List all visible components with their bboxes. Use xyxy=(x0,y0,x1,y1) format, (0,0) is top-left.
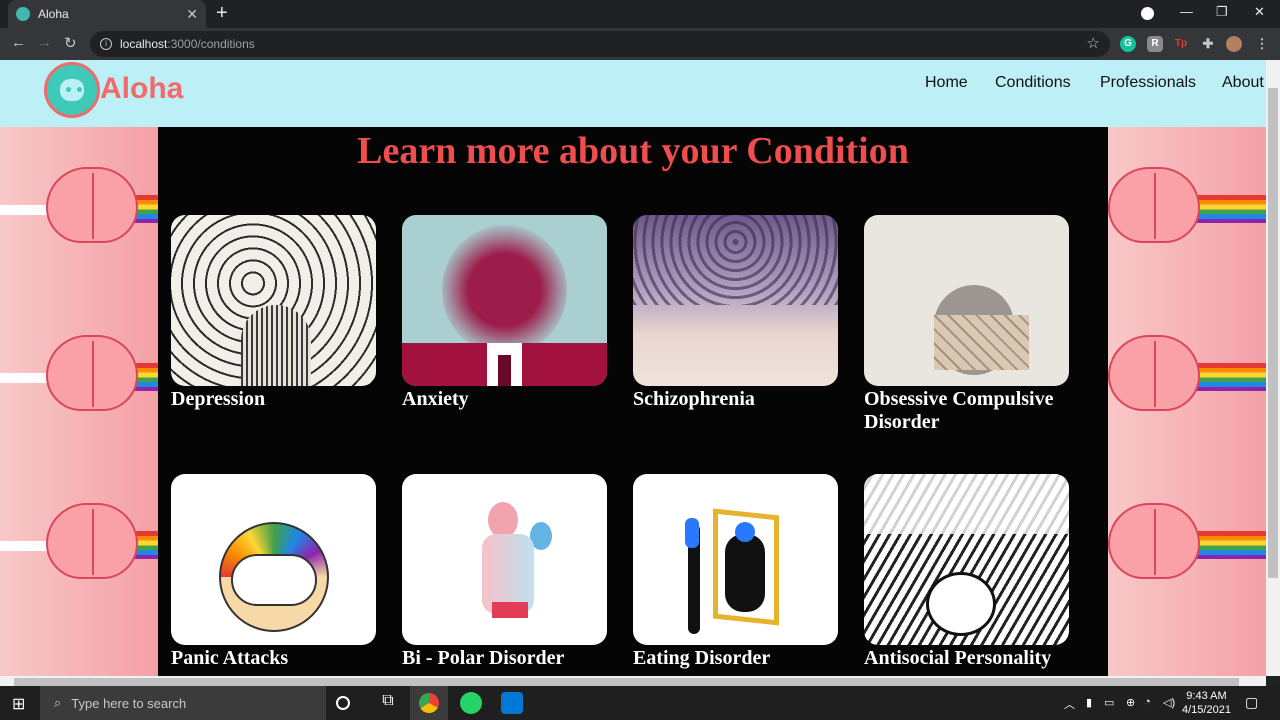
condition-card-eating-disorder[interactable]: Eating Disorder xyxy=(633,474,838,670)
condition-label[interactable]: Schizophrenia xyxy=(633,388,838,411)
search-icon: ⌕ xyxy=(54,695,62,710)
cortana-icon[interactable] xyxy=(336,696,350,710)
brain-icon xyxy=(46,335,138,411)
wifi-icon[interactable]: ◔ xyxy=(1144,696,1151,708)
notification-icon[interactable]: ▢ xyxy=(1245,694,1258,711)
extensions-puzzle-icon[interactable]: ✚ xyxy=(1200,36,1216,52)
page-title: Learn more about your Condition xyxy=(357,130,909,172)
condition-label[interactable]: Anxiety xyxy=(402,388,607,411)
browser-tab[interactable]: Aloha ✕ xyxy=(8,0,206,28)
window-close-button[interactable]: ✕ xyxy=(1254,4,1265,20)
vscode-icon[interactable] xyxy=(501,692,523,714)
back-arrow-icon[interactable]: ← xyxy=(11,34,26,51)
web-page: Aloha Home Conditions Professionals Abou… xyxy=(0,60,1266,676)
browser-tab-bar: Aloha ✕ + — ❐ ✕ xyxy=(0,0,1280,28)
tab-title: Aloha xyxy=(38,7,69,21)
nav-conditions[interactable]: Conditions xyxy=(995,74,1071,92)
network-icon[interactable]: ▭ xyxy=(1104,696,1114,709)
panic-attacks-image[interactable] xyxy=(171,474,376,645)
background-brain-pattern-left xyxy=(0,127,158,676)
address-bar[interactable]: i localhost :3000/conditions ☆ xyxy=(90,31,1110,57)
schizophrenia-image[interactable] xyxy=(633,215,838,386)
chrome-icon xyxy=(419,693,439,713)
nav-about[interactable]: About xyxy=(1222,74,1264,92)
url-path: :3000/conditions xyxy=(167,37,255,51)
scrollbar-thumb[interactable] xyxy=(14,678,1239,686)
profile-avatar[interactable] xyxy=(1226,36,1242,52)
condition-label[interactable]: Obsessive Compulsive Disorder xyxy=(864,388,1069,434)
condition-card-anxiety[interactable]: Anxiety xyxy=(402,215,607,411)
ocd-image[interactable] xyxy=(864,215,1069,386)
browser-toolbar: ← → ↻ i localhost :3000/conditions ☆ xyxy=(0,28,1280,60)
grammarly-extension-icon[interactable]: G xyxy=(1120,36,1136,52)
brain-icon xyxy=(46,167,138,243)
volume-icon[interactable]: ◁) xyxy=(1163,696,1175,709)
condition-card-schizophrenia[interactable]: Schizophrenia xyxy=(633,215,838,411)
site-header: Aloha Home Conditions Professionals Abou… xyxy=(0,60,1266,127)
logo-robot-icon[interactable] xyxy=(44,62,100,118)
brain-icon xyxy=(1108,503,1200,579)
clock-time: 9:43 AM xyxy=(1186,690,1227,702)
windows-taskbar: ⊞ ⌕ Type here to search ⧉ ︿ ▮ ▭ ⊕ ◔ ◁) 9… xyxy=(0,686,1280,720)
conditions-section: Learn more about your Condition Depressi… xyxy=(158,127,1108,676)
condition-label[interactable]: Eating Disorder xyxy=(633,647,838,670)
background-brain-pattern-right xyxy=(1108,127,1266,676)
taskbar-search-box[interactable]: ⌕ Type here to search xyxy=(40,686,326,720)
condition-label[interactable]: Depression xyxy=(171,388,376,411)
condition-card-depression[interactable]: Depression xyxy=(171,215,376,411)
bookmark-star-icon[interactable]: ☆ xyxy=(1087,34,1100,52)
brain-icon xyxy=(46,503,138,579)
new-tab-button[interactable]: + xyxy=(216,3,228,23)
tab-close-icon[interactable]: ✕ xyxy=(186,6,198,23)
condition-card-panic-attacks[interactable]: Panic Attacks xyxy=(171,474,376,670)
search-placeholder: Type here to search xyxy=(71,695,187,711)
brain-icon xyxy=(1108,335,1200,411)
condition-label[interactable]: Panic Attacks xyxy=(171,647,376,670)
anxiety-image[interactable] xyxy=(402,215,607,386)
battery-icon[interactable]: ▮ xyxy=(1086,696,1092,709)
eating-disorder-image[interactable] xyxy=(633,474,838,645)
condition-card-antisocial[interactable]: Antisocial Personality xyxy=(864,474,1069,670)
media-control-icon[interactable] xyxy=(1141,7,1154,20)
clock-date: 4/15/2021 xyxy=(1182,704,1231,716)
tray-chevron-icon[interactable]: ︿ xyxy=(1064,696,1075,712)
favicon-icon xyxy=(16,7,30,21)
reload-icon[interactable]: ↻ xyxy=(64,34,77,52)
whatsapp-icon[interactable] xyxy=(460,692,482,714)
nav-home[interactable]: Home xyxy=(925,74,968,92)
taskbar-clock[interactable]: 9:43 AM 4/15/2021 xyxy=(1182,689,1231,717)
bipolar-image[interactable] xyxy=(402,474,607,645)
reader-extension-icon[interactable]: R xyxy=(1147,36,1163,52)
logo-text[interactable]: Aloha xyxy=(100,72,183,106)
condition-card-bipolar[interactable]: Bi - Polar Disorder xyxy=(402,474,607,670)
task-view-icon[interactable]: ⧉ xyxy=(377,692,399,714)
site-info-icon[interactable]: i xyxy=(100,38,112,50)
nav-professionals[interactable]: Professionals xyxy=(1100,74,1196,92)
maximize-button[interactable]: ❐ xyxy=(1216,4,1228,20)
depression-image[interactable] xyxy=(171,215,376,386)
antisocial-image[interactable] xyxy=(864,474,1069,645)
usb-icon[interactable]: ⊕ xyxy=(1126,696,1135,709)
condition-card-ocd[interactable]: Obsessive Compulsive Disorder xyxy=(864,215,1069,434)
scrollbar-thumb[interactable] xyxy=(1268,88,1278,578)
minimize-button[interactable]: — xyxy=(1180,4,1193,19)
tp-extension-icon[interactable]: Tp xyxy=(1173,36,1189,52)
forward-arrow-icon[interactable]: → xyxy=(37,34,52,51)
condition-label[interactable]: Bi - Polar Disorder xyxy=(402,647,607,670)
vertical-scrollbar[interactable] xyxy=(1266,60,1280,676)
browser-menu-icon[interactable]: ⋮ xyxy=(1254,36,1270,52)
url-host: localhost xyxy=(120,37,168,51)
windows-start-icon[interactable]: ⊞ xyxy=(12,694,25,714)
brain-icon xyxy=(1108,167,1200,243)
chrome-taskbar-button[interactable] xyxy=(410,686,448,720)
condition-label[interactable]: Antisocial Personality xyxy=(864,647,1069,670)
